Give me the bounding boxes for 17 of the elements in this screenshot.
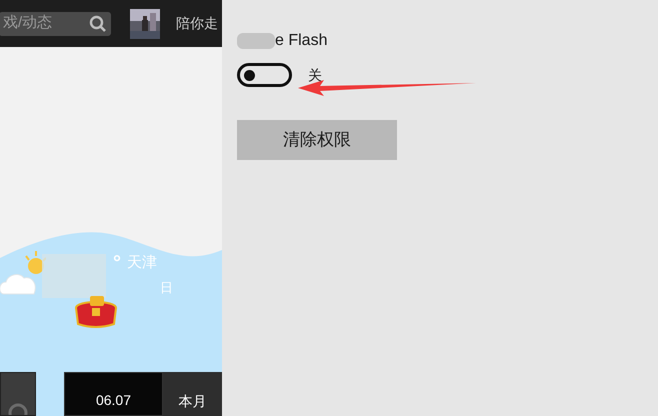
user-name[interactable]: 陪你走	[176, 13, 218, 34]
toggle-label: 关	[308, 66, 322, 84]
clear-permissions-button[interactable]: 清除权限	[237, 120, 397, 160]
tile[interactable]	[0, 372, 36, 416]
search-field[interactable]: 戏/动态	[0, 12, 111, 36]
toggle-switch[interactable]	[237, 63, 292, 87]
search-input[interactable]: 戏/动态	[3, 12, 83, 35]
weather-note: 日	[160, 279, 173, 297]
city-name: 天津	[127, 253, 157, 273]
blurred-label	[237, 33, 275, 49]
search-icon[interactable]	[89, 14, 107, 32]
date-tab[interactable]: 本月	[163, 372, 222, 416]
treasure-chest-icon[interactable]	[72, 294, 120, 328]
blurred-area	[42, 254, 106, 298]
temperature: °	[113, 251, 121, 276]
date-tab[interactable]: 06.07	[64, 372, 163, 416]
setting-title: e Flash	[275, 31, 328, 51]
